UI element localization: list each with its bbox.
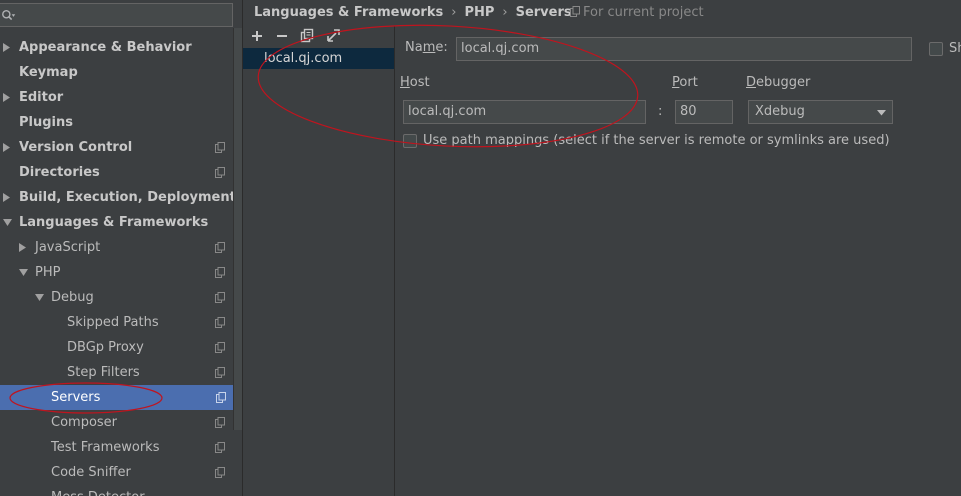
- expand-arrow-icon[interactable]: [3, 85, 13, 110]
- project-scope-icon: [570, 6, 580, 17]
- tree-item-mess-detector[interactable]: Mess Detector: [0, 485, 232, 496]
- collapse-arrow-icon[interactable]: [19, 260, 29, 285]
- tree-item-step-filters[interactable]: Step Filters: [0, 360, 232, 385]
- tree-item-composer[interactable]: Composer: [0, 410, 232, 435]
- tree-item-build-execution-deployment[interactable]: Build, Execution, Deployment: [0, 185, 236, 210]
- tree-item-label: Code Sniffer: [51, 465, 131, 480]
- tree-item-label: Version Control: [19, 140, 133, 155]
- project-scope-icon: [215, 442, 225, 453]
- settings-tree: Appearance & Behavior Keymap Editor Plug…: [0, 35, 242, 496]
- project-scope-icon: [215, 467, 225, 478]
- tree-item-label: Step Filters: [67, 365, 140, 380]
- project-scope-icon: [215, 342, 225, 353]
- project-scope-icon: [215, 367, 225, 378]
- tree-item-javascript[interactable]: JavaScript: [0, 235, 232, 260]
- host-field[interactable]: local.qj.com: [403, 100, 646, 124]
- tree-item-keymap[interactable]: Keymap: [0, 60, 232, 85]
- tree-item-appearance[interactable]: Appearance & Behavior: [0, 35, 232, 60]
- tree-item-code-sniffer[interactable]: Code Sniffer: [0, 460, 232, 485]
- tree-item-label: Build, Execution, Deployment: [19, 190, 236, 205]
- tree-item-editor[interactable]: Editor: [0, 85, 232, 110]
- copy-icon[interactable]: [298, 27, 316, 45]
- server-list-item[interactable]: local.qj.com: [243, 48, 394, 69]
- breadcrumb-separator: ›: [451, 5, 457, 20]
- settings-tree-panel: Appearance & Behavior Keymap Editor Plug…: [0, 0, 242, 496]
- tree-item-label: PHP: [35, 265, 61, 280]
- path-mappings-label: Use path mappings (select if the server …: [423, 133, 890, 148]
- project-scope-icon: [215, 167, 225, 178]
- port-label: Port: [672, 75, 698, 90]
- host-label: Host: [400, 75, 430, 90]
- tree-item-skipped-paths[interactable]: Skipped Paths: [0, 310, 232, 335]
- scope-label: For current project: [583, 5, 704, 20]
- tree-item-directories[interactable]: Directories: [0, 160, 232, 185]
- project-scope-icon: [216, 392, 226, 403]
- tree-item-debug[interactable]: Debug: [0, 285, 232, 310]
- tree-item-label: JavaScript: [35, 240, 101, 255]
- project-scope-icon: [215, 242, 225, 253]
- collapse-arrow-icon[interactable]: [35, 285, 45, 310]
- breadcrumb-separator: ›: [502, 5, 508, 20]
- tree-item-label: Appearance & Behavior: [19, 40, 192, 55]
- expand-arrow-icon[interactable]: [3, 135, 13, 160]
- debugger-select[interactable]: Xdebug: [748, 100, 893, 124]
- list-divider: [394, 26, 395, 496]
- tree-item-label: Plugins: [19, 115, 73, 130]
- tree-item-php[interactable]: PHP: [0, 260, 232, 285]
- debugger-label: Debugger: [746, 75, 811, 90]
- tree-item-servers[interactable]: Servers: [0, 385, 242, 410]
- port-separator: :: [658, 104, 663, 119]
- tree-item-label: Languages & Frameworks: [19, 215, 209, 230]
- tree-item-label: Composer: [51, 415, 118, 430]
- search-icon: [2, 9, 16, 21]
- project-scope-icon: [215, 317, 225, 328]
- tree-item-label: Test Frameworks: [51, 440, 160, 455]
- path-mappings-checkbox[interactable]: [403, 134, 417, 148]
- project-scope-icon: [215, 267, 225, 278]
- tree-item-label: DBGp Proxy: [67, 340, 144, 355]
- expand-arrow-icon[interactable]: [19, 235, 29, 260]
- tree-item-label: Mess Detector: [51, 485, 145, 496]
- port-field[interactable]: 80: [675, 100, 733, 124]
- tree-item-plugins[interactable]: Plugins: [0, 110, 232, 135]
- tree-item-dbgp-proxy[interactable]: DBGp Proxy: [0, 335, 232, 360]
- tree-item-label: Servers: [51, 390, 101, 405]
- add-icon[interactable]: [248, 27, 266, 45]
- chevron-down-icon: [877, 110, 886, 116]
- breadcrumb-item: Servers: [515, 5, 572, 20]
- settings-search-field[interactable]: [0, 3, 233, 27]
- name-label: Name:: [405, 40, 448, 55]
- collapse-arrow-icon[interactable]: [3, 210, 13, 235]
- shared-checkbox[interactable]: [929, 42, 943, 56]
- project-scope-icon: [215, 417, 225, 428]
- expand-arrow-icon[interactable]: [3, 185, 13, 210]
- servers-list: local.qj.com: [243, 46, 394, 496]
- project-scope-icon: [215, 292, 225, 303]
- debugger-value: Xdebug: [755, 104, 805, 119]
- servers-toolbar: [243, 26, 394, 46]
- shared-label: Sh: [949, 41, 961, 56]
- scope-indicator: For current project: [570, 0, 704, 26]
- tree-item-label: Debug: [51, 290, 94, 305]
- tree-item-label: Keymap: [19, 65, 78, 80]
- breadcrumb-item: PHP: [464, 5, 495, 20]
- tree-item-label: Directories: [19, 165, 100, 180]
- name-field[interactable]: local.qj.com: [456, 37, 912, 61]
- tree-item-label: Skipped Paths: [67, 315, 159, 330]
- tree-item-version-control[interactable]: Version Control: [0, 135, 232, 160]
- expand-arrow-icon[interactable]: [3, 35, 13, 60]
- tree-item-label: Editor: [19, 90, 64, 105]
- project-scope-icon: [215, 142, 225, 153]
- remove-icon[interactable]: [273, 27, 291, 45]
- breadcrumb-item: Languages & Frameworks: [254, 5, 444, 20]
- import-icon[interactable]: [324, 27, 342, 45]
- tree-scrollbar[interactable]: [233, 28, 242, 430]
- tree-item-languages-frameworks[interactable]: Languages & Frameworks: [0, 210, 232, 235]
- tree-item-test-frameworks[interactable]: Test Frameworks: [0, 435, 232, 460]
- breadcrumb: Languages & Frameworks › PHP › Servers: [254, 0, 572, 26]
